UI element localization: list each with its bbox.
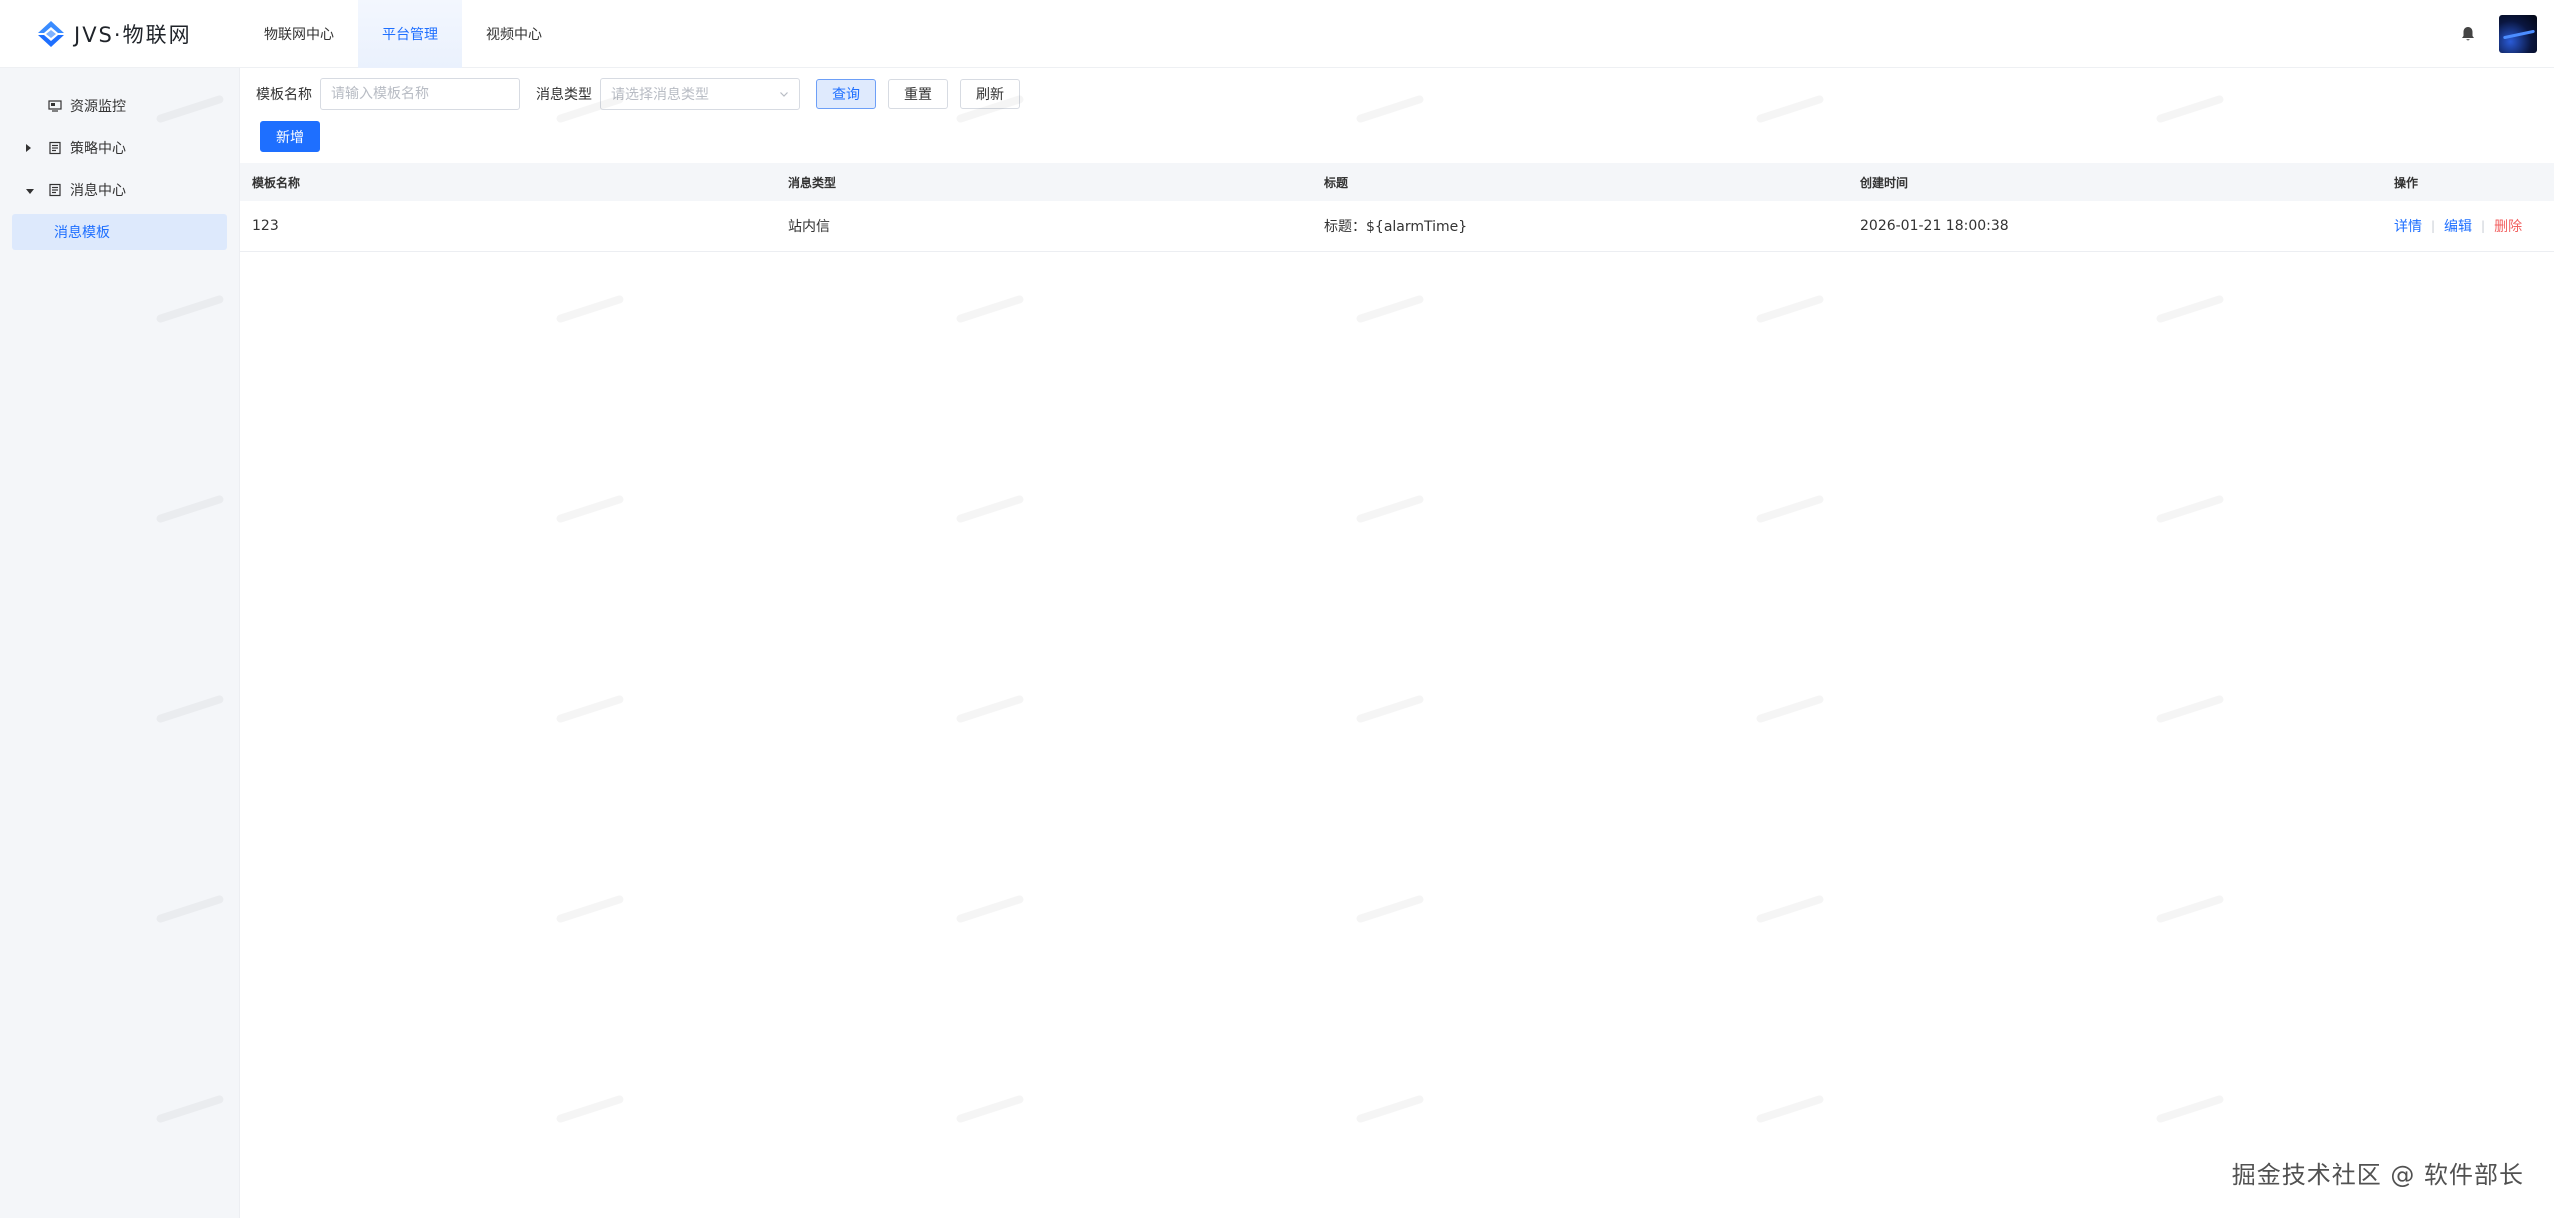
- reset-button[interactable]: 重置: [888, 79, 948, 109]
- logo[interactable]: JVS·物联网: [0, 0, 240, 68]
- edit-link[interactable]: 编辑: [2444, 216, 2472, 236]
- logo-text: JVS·物联网: [74, 22, 192, 47]
- strategy-icon: [49, 141, 61, 155]
- refresh-button[interactable]: 刷新: [960, 79, 1020, 109]
- message-type-label: 消息类型: [536, 87, 592, 103]
- column-header-type: 消息类型: [788, 175, 837, 190]
- caret-down-icon: [26, 188, 34, 194]
- top-nav: 物联网中心 平台管理 视频中心: [240, 0, 566, 68]
- monitor-icon: [48, 100, 62, 112]
- main-content: 模板名称 消息类型 请选择消息类型 查询 重置 刷新 新增 模板名称 消息类型 …: [240, 68, 2554, 1218]
- filter-bar: 模板名称 消息类型 请选择消息类型 查询 重置 刷新: [256, 78, 1032, 110]
- sidebar-item-resource-monitor[interactable]: 资源监控: [12, 88, 227, 124]
- tab-platform-management[interactable]: 平台管理: [358, 0, 462, 68]
- template-table: 模板名称 消息类型 标题 创建时间 操作 123 站内信 标题：${alarmT…: [240, 163, 2554, 252]
- header-actions: [2459, 14, 2554, 53]
- column-header-name: 模板名称: [252, 175, 301, 190]
- message-type-select[interactable]: 请选择消息类型: [600, 78, 800, 110]
- cell-template-name: 123: [252, 218, 279, 234]
- table-row: 123 站内信 标题：${alarmTime} 2026-01-21 18:00…: [240, 201, 2554, 252]
- cell-actions: 详情 | 编辑 | 删除: [2384, 216, 2554, 236]
- caret-right-icon: [26, 144, 31, 152]
- add-button[interactable]: 新增: [260, 121, 320, 152]
- sidebar-item-label: 消息模板: [54, 225, 110, 241]
- template-name-input[interactable]: [320, 78, 520, 110]
- avatar[interactable]: [2499, 14, 2537, 53]
- community-watermark: 掘金技术社区 @ 软件部长: [2231, 1161, 2524, 1189]
- bell-icon[interactable]: [2459, 25, 2477, 43]
- cell-message-type: 站内信: [788, 219, 830, 235]
- tab-video-center[interactable]: 视频中心: [462, 0, 566, 68]
- message-icon: [49, 183, 61, 197]
- sidebar-item-strategy-center[interactable]: 策略中心: [12, 130, 227, 166]
- sidebar-item-message-center[interactable]: 消息中心: [12, 172, 227, 208]
- column-header-created: 创建时间: [1860, 175, 1909, 190]
- detail-link[interactable]: 详情: [2394, 216, 2422, 236]
- column-header-actions: 操作: [2394, 175, 2419, 190]
- chevron-down-icon: [780, 92, 788, 97]
- sidebar: 资源监控 策略中心 消息中心 消息模板: [0, 68, 240, 1218]
- message-type-placeholder: 请选择消息类型: [611, 87, 709, 103]
- divider: |: [2431, 219, 2436, 233]
- delete-link[interactable]: 删除: [2494, 216, 2522, 236]
- query-button[interactable]: 查询: [816, 79, 876, 109]
- logo-icon: [38, 20, 64, 47]
- column-header-title: 标题: [1324, 175, 1349, 190]
- sidebar-item-label: 消息中心: [70, 183, 126, 199]
- sidebar-item-message-template[interactable]: 消息模板: [12, 214, 227, 250]
- cell-title: 标题：${alarmTime}: [1324, 219, 1468, 235]
- table-header: 模板名称 消息类型 标题 创建时间 操作: [240, 163, 2554, 201]
- divider: |: [2481, 219, 2486, 233]
- template-name-label: 模板名称: [256, 87, 312, 103]
- sidebar-item-label: 资源监控: [70, 99, 126, 115]
- sidebar-item-label: 策略中心: [70, 141, 126, 157]
- tab-iot-center[interactable]: 物联网中心: [240, 0, 358, 68]
- top-header: JVS·物联网 物联网中心 平台管理 视频中心: [0, 0, 2554, 68]
- cell-created-time: 2026-01-21 18:00:38: [1860, 218, 2009, 234]
